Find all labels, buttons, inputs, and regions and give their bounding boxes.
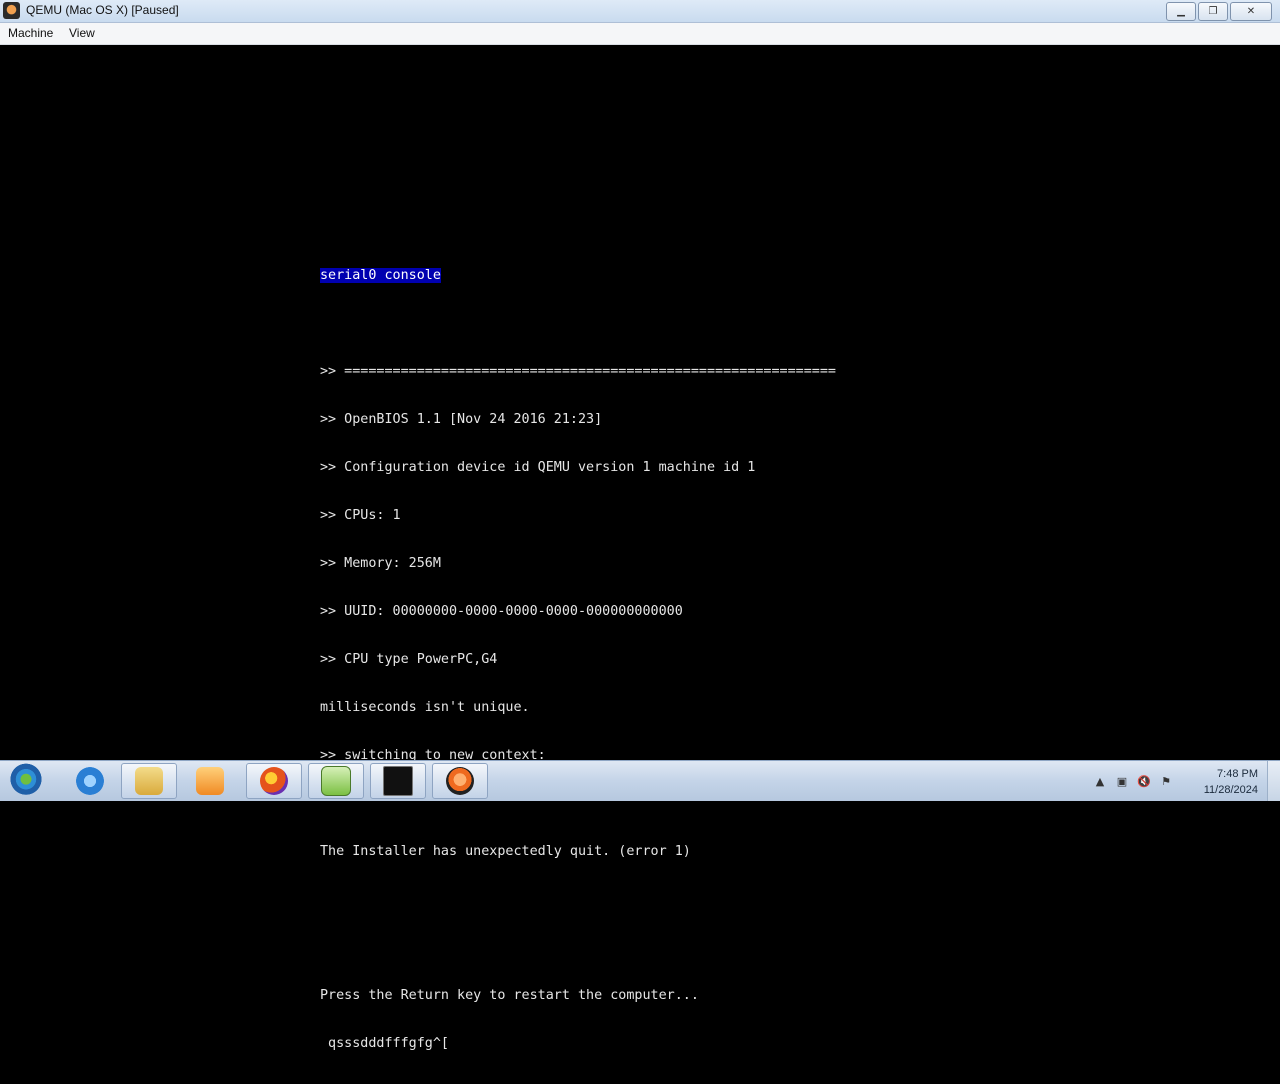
command-prompt-icon [383,766,413,796]
console-line: >> OpenBIOS 1.1 [Nov 24 2016 21:23] [320,412,603,427]
taskbar: ▲ ▣ 🔇 ⚑ 7:48 PM 11/28/2024 [0,760,1280,801]
console-input-line: qsssdddfffgfg^[ [320,1036,449,1051]
menu-machine[interactable]: Machine [8,26,53,40]
console-text: serial0 console >> =====================… [320,236,836,1084]
show-hidden-icons-icon[interactable]: ▲ [1092,773,1108,789]
notepad-plus-plus-icon [321,766,351,796]
close-button[interactable]: ✕ [1230,2,1272,21]
action-center-flag-icon[interactable]: ⚑ [1158,773,1174,789]
clock-time: 7:48 PM [1217,768,1258,780]
console-line: milliseconds isn't unique. [320,700,530,715]
window-controls: ▁ ❐ ✕ [1164,2,1272,21]
media-player-icon [196,767,224,795]
taskbar-internet-explorer[interactable] [62,763,118,799]
taskbar-notepad-plus-plus[interactable] [308,763,364,799]
maximize-button[interactable]: ❐ [1198,2,1228,21]
taskbar-firefox[interactable] [246,763,302,799]
console-line: The Installer has unexpectedly quit. (er… [320,844,691,859]
taskbar-command-prompt[interactable] [370,763,426,799]
taskbar-media-player[interactable] [182,763,238,799]
menu-view[interactable]: View [69,26,95,40]
emulator-display[interactable]: serial0 console >> =====================… [0,45,1280,1051]
internet-explorer-icon [76,767,104,795]
window-title-bar[interactable]: QEMU (Mac OS X) [Paused] ▁ ❐ ✕ [0,0,1280,23]
window-title: QEMU (Mac OS X) [Paused] [26,3,179,17]
console-line: >> =====================================… [320,364,836,379]
start-button[interactable] [4,763,48,799]
clock[interactable]: 7:48 PM 11/28/2024 [1204,766,1258,798]
menu-bar: Machine View [0,23,1280,45]
qemu-app-icon [3,2,20,19]
minimize-button[interactable]: ▁ [1166,2,1196,21]
taskbar-file-explorer[interactable] [121,763,177,799]
console-line: >> UUID: 00000000-0000-0000-0000-0000000… [320,604,683,619]
file-explorer-icon [135,767,163,795]
system-tray: ▲ ▣ 🔇 ⚑ 7:48 PM 11/28/2024 [1090,761,1280,801]
console-line: Press the Return key to restart the comp… [320,988,699,1003]
console-title: serial0 console [320,268,441,283]
console-line: >> CPUs: 1 [320,508,401,523]
network-icon[interactable]: ▣ [1114,773,1130,789]
clock-date: 11/28/2024 [1203,784,1258,796]
console-line: >> Configuration device id QEMU version … [320,460,756,475]
qemu-icon [446,767,474,795]
firefox-icon [260,767,288,795]
volume-muted-icon[interactable]: 🔇 [1136,773,1152,789]
show-desktop-button[interactable] [1267,761,1280,801]
console-line: >> CPU type PowerPC,G4 [320,652,498,667]
console-line: >> Memory: 256M [320,556,441,571]
taskbar-qemu[interactable] [432,763,488,799]
